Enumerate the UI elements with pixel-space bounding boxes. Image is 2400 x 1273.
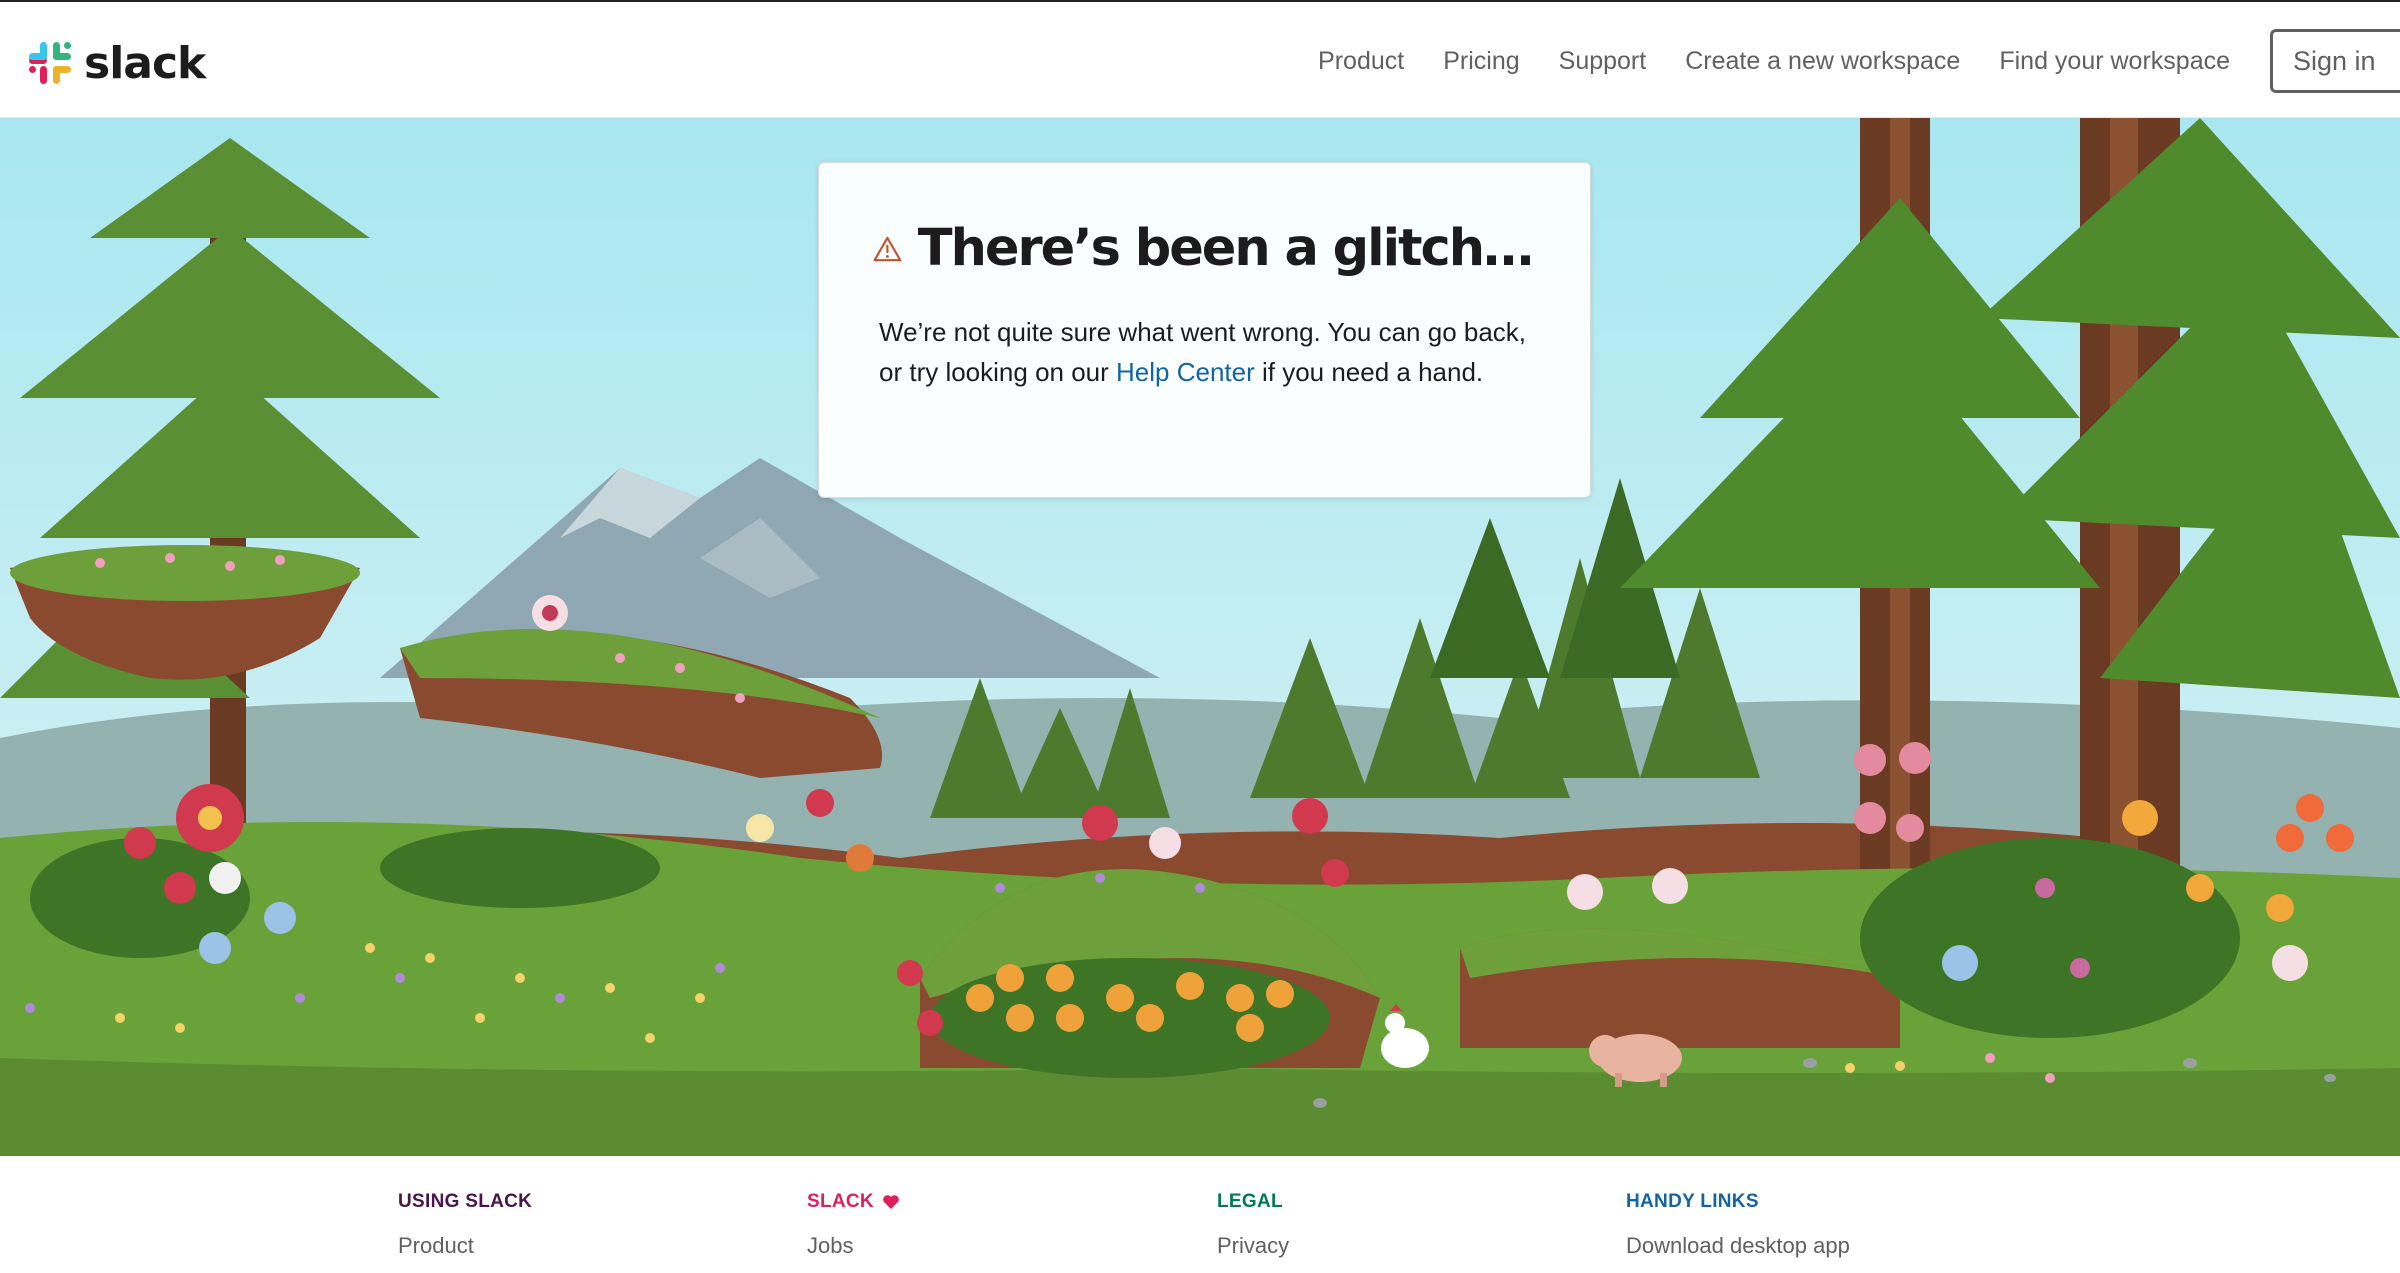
footer-link-product[interactable]: Product <box>398 1233 532 1259</box>
warning-triangle-icon <box>873 236 902 261</box>
error-message-end: if you need a hand. <box>1254 357 1484 387</box>
footer-link-privacy[interactable]: Privacy <box>1217 1233 1289 1259</box>
error-title: There’s been a glitch… <box>917 219 1534 278</box>
site-header: slack Product Pricing Support Create a n… <box>0 0 2400 118</box>
error-message: We’re not quite sure what went wrong. Yo… <box>879 312 1532 392</box>
footer-link-download-desktop-app[interactable]: Download desktop app <box>1626 1233 1850 1259</box>
footer-link-jobs[interactable]: Jobs <box>807 1233 900 1259</box>
footer-heading-slack-row: SLACK <box>807 1191 900 1213</box>
heart-icon <box>883 1195 899 1209</box>
nav-find-workspace[interactable]: Find your workspace <box>1999 47 2230 76</box>
footer-heading-legal: LEGAL <box>1217 1191 1283 1212</box>
nav-support[interactable]: Support <box>1559 47 1647 76</box>
slack-logo-icon <box>29 42 71 84</box>
help-center-link[interactable]: Help Center <box>1116 357 1255 387</box>
footer-column-handy-links: HANDY LINKS Download desktop app <box>1626 1191 1850 1259</box>
footer-heading-slack: SLACK <box>807 1191 874 1212</box>
footer-column-using-slack: USING SLACK Product <box>398 1191 532 1259</box>
slack-logo[interactable]: slack <box>26 37 206 89</box>
footer-heading-handy-links: HANDY LINKS <box>1626 1191 1759 1212</box>
site-footer: USING SLACK Product SLACK Jobs LEGAL Pri… <box>0 1156 2400 1273</box>
nav-product[interactable]: Product <box>1318 47 1404 76</box>
slack-wordmark: slack <box>84 37 206 89</box>
footer-heading-using-slack: USING SLACK <box>398 1191 533 1212</box>
top-nav: Product Pricing Support Create a new wor… <box>1318 2 2400 120</box>
nav-create-workspace[interactable]: Create a new workspace <box>1685 47 1960 76</box>
footer-column-slack: SLACK Jobs <box>807 1191 900 1259</box>
error-card: There’s been a glitch… We’re not quite s… <box>818 162 1591 498</box>
error-title-row: There’s been a glitch… <box>873 219 1534 278</box>
sign-in-button[interactable]: Sign in <box>2270 29 2400 93</box>
nav-pricing[interactable]: Pricing <box>1443 47 1519 76</box>
footer-column-legal: LEGAL Privacy <box>1217 1191 1289 1259</box>
